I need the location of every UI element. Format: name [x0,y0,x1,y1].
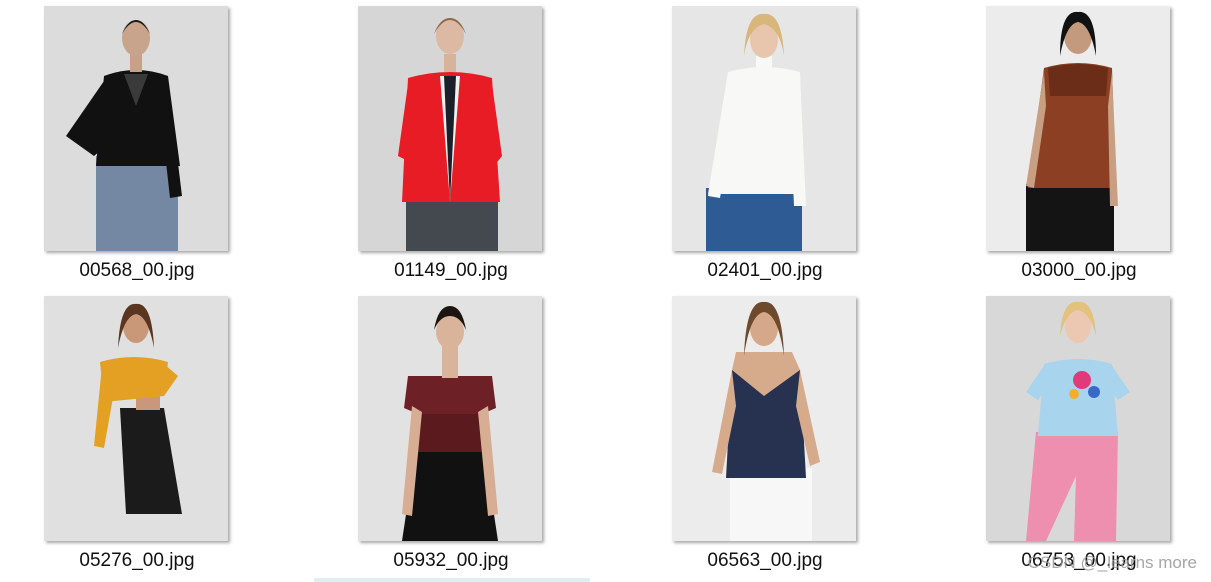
image-thumbnail[interactable] [672,6,856,251]
file-name-label: 01149_00.jpg [394,260,508,281]
file-name-label: 02401_00.jpg [707,260,823,281]
image-thumbnail[interactable] [44,296,228,541]
image-thumbnail[interactable] [672,296,856,541]
image-thumbnail[interactable] [358,296,542,541]
file-name-label: 05932_00.jpg [393,550,509,571]
file-name-label: 05276_00.jpg [79,550,195,571]
file-name-label: 03000_00.jpg [1021,260,1137,281]
watermark-text: CSDN @_learns more [1027,553,1197,572]
image-thumbnail[interactable] [44,6,228,251]
image-thumbnail[interactable] [986,6,1170,251]
file-thumbnail-grid: 00568_00.jpg 01149_00.jpg 02401_00.jpg 0… [0,0,1211,582]
file-name-label: 06563_00.jpg [707,550,823,571]
image-thumbnail[interactable] [986,296,1170,541]
horizontal-scrollbar[interactable] [314,578,590,582]
image-thumbnail[interactable] [358,6,542,251]
file-name-label: 00568_00.jpg [79,260,195,281]
